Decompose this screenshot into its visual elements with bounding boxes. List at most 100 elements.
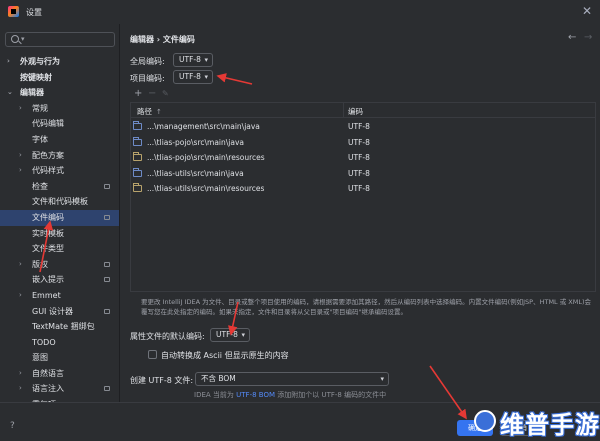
sidebar-item-label: 外观与行为: [20, 57, 60, 66]
sidebar-item-label: 代码编辑: [32, 119, 64, 129]
cell-path: ...\tlias-utils\src\main\resources: [147, 184, 265, 193]
source-folder-icon: [133, 167, 142, 177]
sidebar-item-label: 实时模板: [32, 228, 64, 238]
sidebar-item-label: GUI 设计器: [32, 306, 73, 316]
cell-encoding[interactable]: UTF-8: [348, 184, 370, 193]
sidebar-item-label: 配色方案: [32, 150, 64, 160]
sidebar-item[interactable]: 代码编辑: [0, 116, 119, 132]
encoding-table: 路径 ↑ 编码 ...\management\src\main\java UTF-8…: [130, 102, 596, 292]
properties-encoding-dropdown[interactable]: UTF-8 ▾: [210, 328, 250, 342]
bom-link[interactable]: UTF-8 BOM: [236, 391, 275, 399]
cell-encoding[interactable]: UTF-8: [348, 122, 370, 131]
source-folder-icon: [133, 136, 142, 146]
sidebar-item-label: 编辑器: [20, 88, 44, 98]
sidebar-item[interactable]: 按键映射: [0, 70, 119, 86]
watermark-logo-icon: [474, 410, 496, 432]
sidebar-item[interactable]: GUI 设计器: [0, 304, 119, 320]
project-scope-icon: [104, 386, 110, 392]
sidebar-item-label: TODO: [32, 337, 56, 347]
bom-label: 创建 UTF-8 文件:: [130, 376, 194, 385]
project-scope-icon: [104, 277, 110, 283]
table-row[interactable]: ...\tlias-pojo\src\main\java UTF-8: [131, 135, 595, 151]
sidebar-item[interactable]: ⌄ 编辑器: [0, 85, 119, 101]
sidebar-item[interactable]: 文件类型: [0, 241, 119, 257]
sidebar-item[interactable]: 实时模板: [0, 226, 119, 242]
cell-encoding[interactable]: UTF-8: [348, 138, 370, 147]
sidebar-item[interactable]: 嵌入提示: [0, 272, 119, 288]
column-divider[interactable]: [343, 103, 344, 118]
chevron-right-icon[interactable]: ›: [7, 54, 10, 70]
ascii-conversion-checkbox[interactable]: [148, 350, 157, 359]
sidebar-item-label: 版权: [32, 259, 48, 269]
sidebar-item[interactable]: › 自然语言: [0, 366, 119, 382]
sidebar-item-label: 字体: [32, 134, 48, 144]
chevron-right-icon[interactable]: ›: [19, 148, 22, 164]
project-encoding-value: UTF-8: [179, 72, 201, 81]
sidebar-item[interactable]: TODO: [0, 335, 119, 351]
forward-arrow-icon[interactable]: →: [584, 32, 592, 43]
project-encoding-dropdown[interactable]: UTF-8 ▾: [173, 70, 213, 84]
help-icon[interactable]: ?: [10, 421, 15, 431]
back-arrow-icon[interactable]: ←: [568, 32, 576, 43]
resources-folder-icon: [133, 183, 142, 192]
sidebar-item[interactable]: 文件编码: [0, 209, 119, 226]
sidebar-item[interactable]: 文件和代码模板: [0, 194, 119, 210]
sidebar-item[interactable]: › 代码样式: [0, 163, 119, 179]
cell-encoding[interactable]: UTF-8: [348, 169, 370, 178]
bom-dropdown[interactable]: 不含 BOM ▾: [195, 372, 389, 386]
table-row[interactable]: ...\tlias-utils\src\main\java UTF-8: [131, 166, 595, 182]
sidebar-item-label: 意图: [32, 353, 48, 363]
sidebar-item[interactable]: › 外观与行为: [0, 54, 119, 70]
bom-hint: IDEA 当前为 UTF-8 BOM 添加附加个以 UTF-8 编码的文件中: [194, 391, 387, 399]
sidebar-item[interactable]: › 常规: [0, 101, 119, 117]
chevron-down-icon: ▾: [204, 56, 208, 64]
sidebar-item-label: 按键映射: [20, 72, 52, 82]
sidebar-item-label: 检查: [32, 181, 48, 191]
table-row[interactable]: ...\tlias-pojo\src\main\resources UTF-8: [131, 150, 595, 166]
search-dropdown-icon[interactable]: ▾: [21, 35, 25, 43]
close-icon[interactable]: ✕: [582, 4, 592, 18]
chevron-down-icon: ▾: [204, 73, 208, 81]
global-encoding-dropdown[interactable]: UTF-8 ▾: [173, 53, 213, 67]
edit-icon[interactable]: ✎: [162, 89, 169, 98]
settings-sidebar: ▾ › 外观与行为按键映射 ⌄ 编辑器 › 常规代码编辑字体 › 配色方案 › 代码样式检查文件和…: [0, 24, 120, 441]
sidebar-item[interactable]: › 语言注入: [0, 381, 119, 397]
properties-encoding-value: UTF-8: [216, 330, 238, 339]
column-header-path[interactable]: 路径 ↑: [137, 106, 162, 117]
sidebar-item-label: 语言注入: [32, 384, 64, 394]
chevron-right-icon[interactable]: ›: [19, 381, 22, 397]
chevron-right-icon[interactable]: ›: [19, 366, 22, 382]
sidebar-item[interactable]: › 版权: [0, 257, 119, 273]
encoding-description: 要更改 IntelliJ IDEA 为文件、目录或整个项目使用的编码，请根据需要…: [141, 298, 592, 316]
chevron-right-icon[interactable]: ›: [19, 163, 22, 179]
cell-encoding[interactable]: UTF-8: [348, 153, 370, 162]
sidebar-item[interactable]: › 配色方案: [0, 148, 119, 164]
watermark-text: 维普手游网: [500, 411, 600, 439]
settings-search-input[interactable]: ▾: [5, 32, 115, 47]
sidebar-item[interactable]: › Emmet: [0, 288, 119, 304]
watermark: 维普手游网: [470, 402, 600, 441]
sidebar-item[interactable]: 检查: [0, 179, 119, 195]
sidebar-item[interactable]: 意图: [0, 350, 119, 366]
chevron-down-icon[interactable]: ⌄: [7, 85, 13, 101]
sidebar-item-label: 嵌入提示: [32, 275, 64, 285]
chevron-right-icon[interactable]: ›: [19, 257, 22, 273]
table-row[interactable]: ...\tlias-utils\src\main\resources UTF-8: [131, 181, 595, 197]
add-icon[interactable]: +: [134, 88, 142, 99]
chevron-right-icon[interactable]: ›: [19, 288, 22, 304]
sidebar-item[interactable]: TextMate 捆绑包: [0, 319, 119, 335]
cell-path: ...\tlias-pojo\src\main\resources: [147, 153, 265, 162]
project-scope-icon: [104, 183, 110, 189]
sidebar-item-label: 代码样式: [32, 166, 64, 176]
sidebar-item[interactable]: 字体: [0, 132, 119, 148]
sidebar-item-label: Emmet: [32, 290, 61, 300]
ascii-conversion-label: 自动转换成 Ascii 但显示原生的内容: [161, 351, 289, 360]
project-scope-icon: [104, 308, 110, 314]
bom-value: 不含 BOM: [201, 374, 236, 383]
source-folder-icon: [133, 121, 142, 130]
column-header-encoding[interactable]: 编码: [348, 106, 363, 117]
chevron-right-icon[interactable]: ›: [19, 101, 22, 117]
table-row[interactable]: ...\management\src\main\java UTF-8: [131, 119, 595, 135]
remove-icon[interactable]: −: [148, 88, 156, 99]
window-title: 设置: [26, 8, 42, 17]
